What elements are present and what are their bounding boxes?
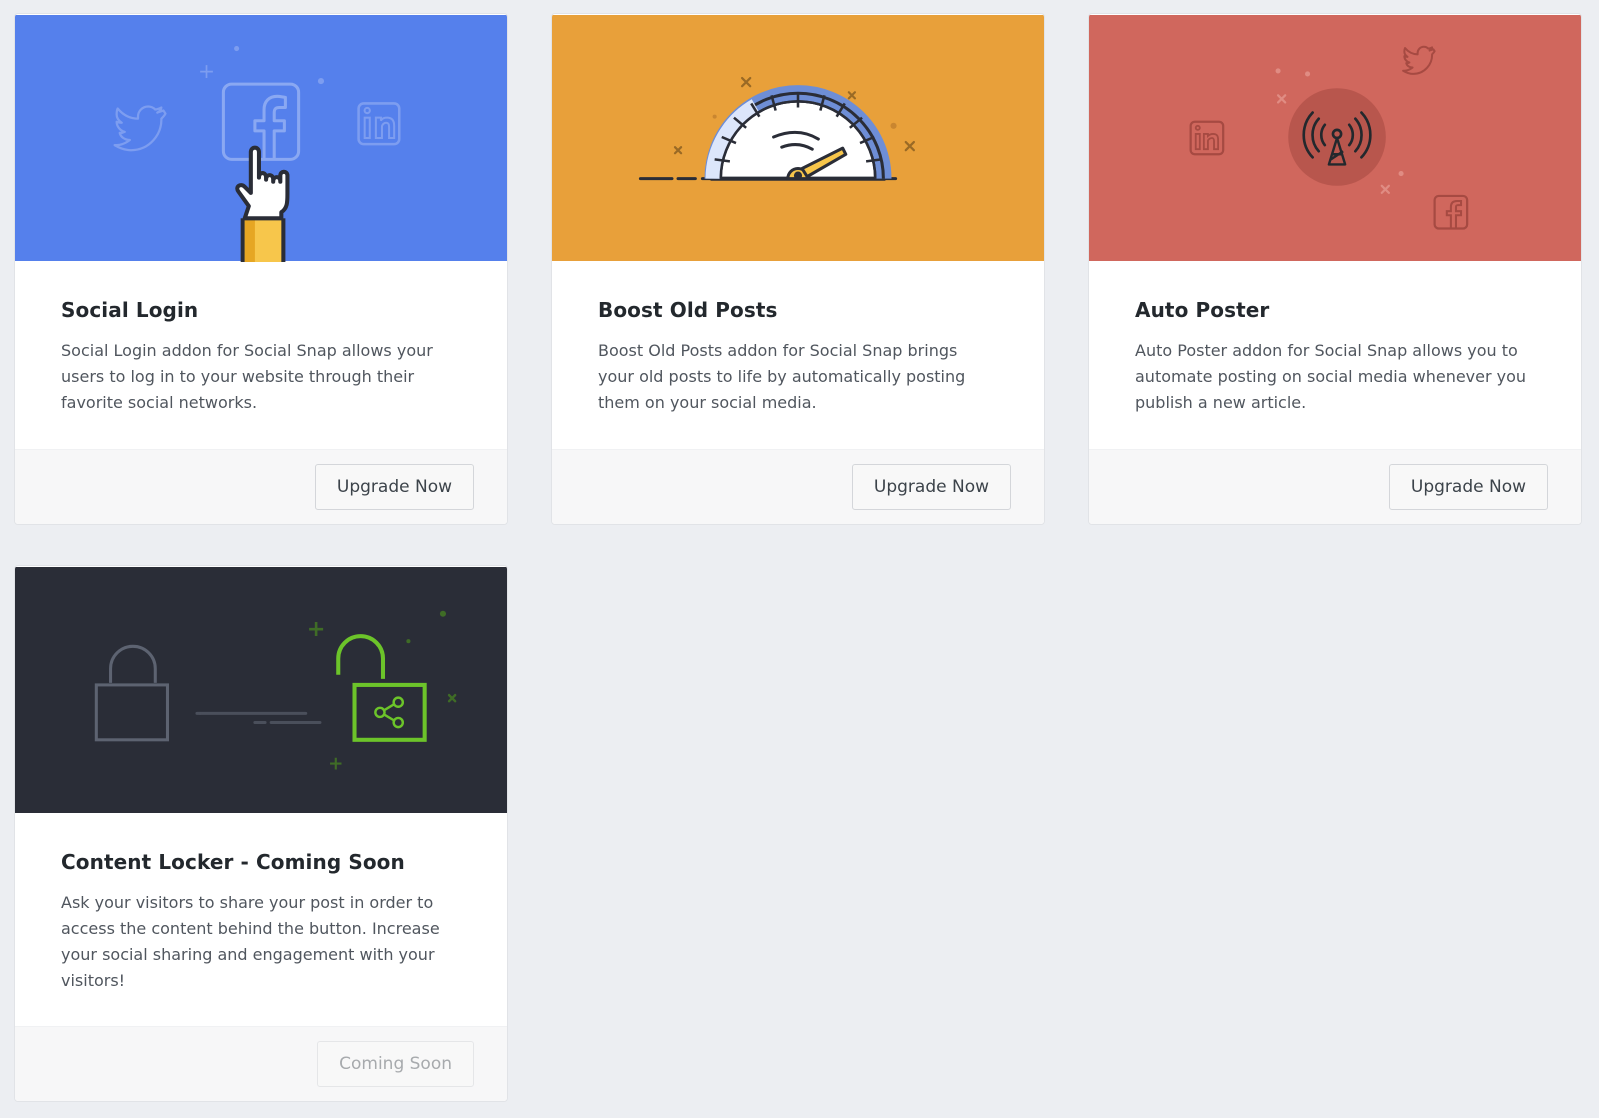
svg-text:+: +: [198, 59, 215, 83]
auto-poster-banner: [1089, 14, 1581, 262]
upgrade-now-button[interactable]: Upgrade Now: [851, 464, 1011, 510]
broadcast-antenna-icon: [1288, 88, 1386, 186]
upgrade-now-button[interactable]: Upgrade Now: [314, 464, 474, 510]
addon-card-content-locker: + + Content Locker - Coming Soon Ask you…: [14, 565, 508, 1102]
boost-old-posts-banner: [552, 14, 1044, 262]
addon-description: Ask your visitors to share your post in …: [61, 893, 440, 990]
addons-grid: + Social Login Social Login addon for So…: [0, 0, 1599, 1118]
addon-title: Boost Old Posts: [598, 298, 778, 322]
card-footer: Coming Soon: [15, 1026, 507, 1101]
auto-poster-illustration: [1089, 15, 1581, 261]
card-footer: Upgrade Now: [1089, 449, 1581, 524]
addon-description: Boost Old Posts addon for Social Snap br…: [598, 341, 966, 412]
svg-text:+: +: [328, 753, 343, 774]
addon-title: Auto Poster: [1135, 298, 1270, 322]
addon-title: Social Login: [61, 298, 199, 322]
boost-old-posts-illustration: [552, 15, 1044, 261]
card-footer: Upgrade Now: [552, 449, 1044, 524]
addon-card-boost-old-posts: Boost Old Posts Boost Old Posts addon fo…: [551, 13, 1045, 525]
addon-card-social-login: + Social Login Social Login addon for So…: [14, 13, 508, 525]
addon-title: Content Locker - Coming Soon: [61, 850, 405, 874]
social-login-illustration: +: [15, 15, 507, 262]
addon-card-auto-poster: Auto Poster Auto Poster addon for Social…: [1088, 13, 1582, 525]
content-locker-banner: + +: [15, 566, 507, 814]
content-locker-illustration: + +: [15, 567, 507, 813]
addon-description: Auto Poster addon for Social Snap allows…: [1135, 341, 1527, 412]
svg-text:+: +: [307, 616, 326, 642]
addon-description: Social Login addon for Social Snap allow…: [61, 341, 433, 412]
card-footer: Upgrade Now: [15, 449, 507, 524]
social-login-banner: +: [15, 14, 507, 262]
upgrade-now-button[interactable]: Upgrade Now: [1388, 464, 1548, 510]
coming-soon-button[interactable]: Coming Soon: [317, 1041, 474, 1087]
